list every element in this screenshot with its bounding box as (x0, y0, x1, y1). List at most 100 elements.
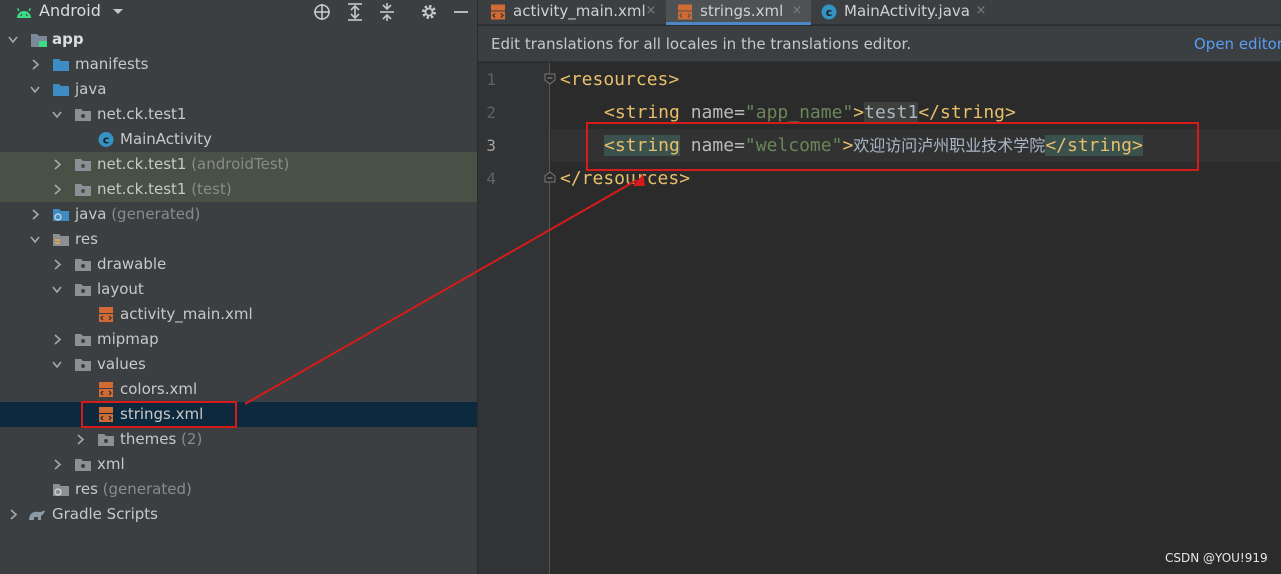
line-number-gutter: 1 2 3 4 (478, 63, 556, 574)
tree-item-package-main[interactable]: net.ck.test1 (0, 102, 477, 127)
tree-item-label: manifests (75, 55, 149, 73)
code-line-3[interactable]: <string name="welcome">欢迎访问泸州职业技术学院</str… (551, 129, 1281, 162)
tree-item-mainactivity[interactable]: c MainActivity (0, 127, 477, 152)
package-icon (75, 359, 91, 371)
tree-item-gradle-scripts[interactable]: Gradle Scripts (0, 502, 477, 527)
chevron-down-icon[interactable] (112, 8, 124, 16)
code-line-2[interactable]: <string name="app_name">test1</string> (551, 96, 1281, 129)
package-icon (75, 284, 91, 296)
xml-file-icon (99, 382, 113, 397)
tree-item-label: colors.xml (120, 380, 198, 398)
package-icon (75, 159, 91, 171)
close-icon[interactable]: × (974, 4, 988, 18)
chevron-down-icon[interactable] (30, 234, 40, 245)
tree-item-label: Gradle Scripts (52, 505, 158, 523)
generated-folder-icon (53, 484, 69, 496)
tree-item-label: mipmap (97, 330, 159, 348)
xml-file-icon (491, 4, 505, 20)
tree-item-label: net.ck.test1 (test) (97, 180, 232, 198)
collapse-all-icon[interactable] (377, 2, 397, 22)
chevron-right-icon[interactable] (75, 434, 85, 445)
chevron-right-icon[interactable] (30, 59, 40, 70)
expand-all-icon[interactable] (345, 2, 365, 22)
tree-item-label: net.ck.test1 (androidTest) (97, 155, 290, 173)
project-toolbar: Android (0, 0, 477, 24)
chevron-down-icon[interactable] (52, 359, 62, 370)
tree-item-label: activity_main.xml (120, 305, 253, 323)
tree-item-java-generated[interactable]: java (generated) (0, 202, 477, 227)
chevron-down-icon[interactable] (52, 109, 62, 120)
code-text: <resources> (560, 69, 680, 90)
resource-folder-icon (53, 234, 69, 246)
package-icon (75, 109, 91, 121)
open-editor-link[interactable]: Open editor (1194, 26, 1281, 62)
tree-item-label: values (97, 355, 146, 373)
chevron-down-icon[interactable] (52, 284, 62, 295)
package-icon (75, 184, 91, 196)
svg-text:c: c (826, 6, 833, 19)
tree-item-label: layout (97, 280, 144, 298)
tree-item-colors-xml[interactable]: colors.xml (0, 377, 477, 402)
tree-item-label: strings.xml (120, 405, 204, 423)
tree-item-label: MainActivity (120, 130, 212, 148)
tree-item-manifests[interactable]: manifests (0, 52, 477, 77)
code-line-1[interactable]: <resources> (551, 63, 1281, 96)
code-editor[interactable]: 1 2 3 4 <resources> <string name="app_na… (478, 63, 1281, 574)
banner-message: Edit translations for all locales in the… (491, 35, 912, 53)
tree-item-values[interactable]: values (0, 352, 477, 377)
tree-item-label: xml (97, 455, 125, 473)
watermark: CSDN @YOU!919 (1165, 551, 1268, 565)
close-icon[interactable]: × (790, 4, 804, 18)
chevron-down-icon[interactable] (30, 84, 40, 95)
tree-item-strings-xml[interactable]: strings.xml (0, 402, 477, 427)
code-text: <string name="app_name">test1</string> (604, 102, 1016, 123)
code-line-4[interactable]: </resources> (551, 162, 1281, 195)
tree-item-layout[interactable]: layout (0, 277, 477, 302)
tree-item-package-androidtest[interactable]: net.ck.test1 (androidTest) (0, 152, 477, 177)
class-icon: c (821, 4, 837, 20)
line-number: 4 (486, 169, 496, 188)
chevron-right-icon[interactable] (52, 184, 62, 195)
folder-icon (53, 59, 69, 71)
module-folder-icon (31, 34, 47, 47)
hide-panel-icon[interactable] (451, 2, 471, 22)
tree-item-themes[interactable]: themes (2) (0, 427, 477, 452)
chevron-right-icon[interactable] (30, 209, 40, 220)
tree-item-label: res (75, 230, 98, 248)
generated-folder-icon (53, 209, 69, 221)
chevron-right-icon[interactable] (52, 159, 62, 170)
tree-item-res[interactable]: res (0, 227, 477, 252)
folder-icon (53, 84, 69, 96)
tree-item-mipmap[interactable]: mipmap (0, 327, 477, 352)
chevron-down-icon[interactable] (8, 34, 18, 45)
tab-mainactivity-java[interactable]: c MainActivity.java × (812, 0, 992, 25)
tree-item-label: themes (2) (120, 430, 203, 448)
tree-item-java[interactable]: java (0, 77, 477, 102)
tree-item-label: java (75, 80, 107, 98)
chevron-right-icon[interactable] (52, 459, 62, 470)
tree-item-xml[interactable]: xml (0, 452, 477, 477)
gear-icon[interactable] (419, 2, 439, 22)
project-tool-window: Android app manifests java net.ck.test1 … (0, 0, 477, 574)
tree-item-label: drawable (97, 255, 167, 273)
gradle-icon (29, 510, 45, 520)
close-icon[interactable]: × (644, 4, 658, 18)
chevron-right-icon[interactable] (52, 259, 62, 270)
project-view-selector[interactable]: Android (39, 0, 101, 24)
tree-item-label: java (generated) (75, 205, 201, 223)
tree-item-app[interactable]: app (0, 27, 477, 52)
chevron-right-icon[interactable] (8, 509, 18, 520)
tree-item-res-generated[interactable]: res (generated) (0, 477, 477, 502)
locate-icon[interactable] (312, 2, 332, 22)
tree-item-drawable[interactable]: drawable (0, 252, 477, 277)
package-icon (75, 259, 91, 271)
editor-area: activity_main.xml × strings.xml × c Main… (478, 0, 1281, 574)
tab-label: MainActivity.java (844, 2, 970, 20)
chevron-right-icon[interactable] (52, 334, 62, 345)
tab-strings-xml[interactable]: strings.xml × (666, 0, 811, 25)
tab-activity-main-xml[interactable]: activity_main.xml × (478, 0, 664, 25)
tree-item-activity-main-xml[interactable]: activity_main.xml (0, 302, 477, 327)
package-icon (75, 334, 91, 346)
tree-item-package-test[interactable]: net.ck.test1 (test) (0, 177, 477, 202)
android-icon (16, 8, 32, 18)
